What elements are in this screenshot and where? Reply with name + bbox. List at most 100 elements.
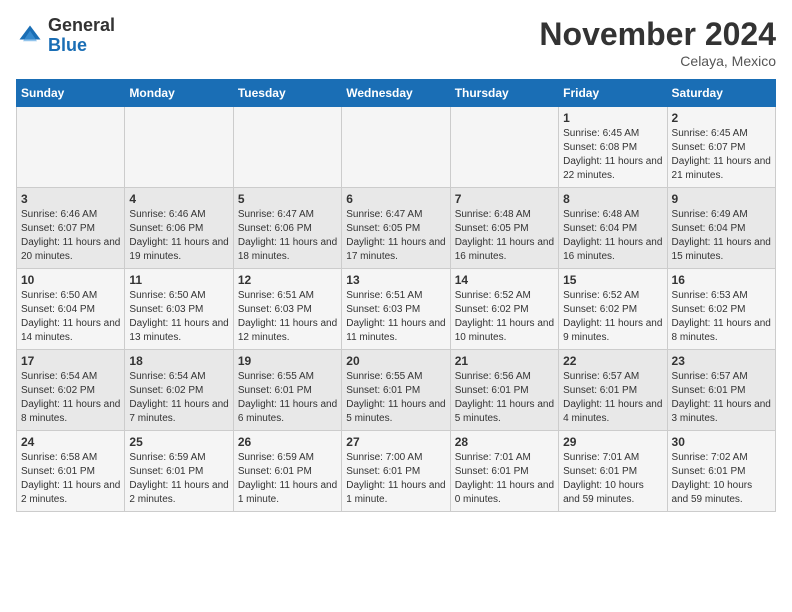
day-number: 22 [563, 354, 662, 368]
day-info: Sunrise: 6:46 AMSunset: 6:07 PMDaylight:… [21, 208, 120, 264]
day-info: Sunrise: 6:46 AMSunset: 6:06 PMDaylight:… [129, 208, 228, 264]
day-number: 15 [563, 273, 662, 287]
day-number: 30 [672, 435, 771, 449]
day-info: Sunrise: 6:48 AMSunset: 6:05 PMDaylight:… [455, 208, 554, 264]
calendar-day-cell: 27 Sunrise: 7:00 AMSunset: 6:01 PMDaylig… [342, 431, 450, 512]
calendar-day-cell: 20 Sunrise: 6:55 AMSunset: 6:01 PMDaylig… [342, 350, 450, 431]
calendar-week-row: 1 Sunrise: 6:45 AMSunset: 6:08 PMDayligh… [17, 107, 776, 188]
day-info: Sunrise: 6:52 AMSunset: 6:02 PMDaylight:… [563, 289, 662, 345]
calendar-day-cell: 18 Sunrise: 6:54 AMSunset: 6:02 PMDaylig… [125, 350, 233, 431]
calendar-day-cell: 13 Sunrise: 6:51 AMSunset: 6:03 PMDaylig… [342, 269, 450, 350]
logo-icon [16, 22, 44, 50]
day-number: 5 [238, 192, 337, 206]
day-number: 29 [563, 435, 662, 449]
day-info: Sunrise: 6:57 AMSunset: 6:01 PMDaylight:… [563, 370, 662, 426]
calendar-day-cell [342, 107, 450, 188]
calendar-day-cell: 30 Sunrise: 7:02 AMSunset: 6:01 PMDaylig… [667, 431, 775, 512]
weekday-header: Thursday [450, 80, 558, 107]
day-info: Sunrise: 7:00 AMSunset: 6:01 PMDaylight:… [346, 451, 445, 507]
day-info: Sunrise: 6:55 AMSunset: 6:01 PMDaylight:… [238, 370, 337, 426]
calendar-day-cell: 16 Sunrise: 6:53 AMSunset: 6:02 PMDaylig… [667, 269, 775, 350]
calendar-day-cell: 23 Sunrise: 6:57 AMSunset: 6:01 PMDaylig… [667, 350, 775, 431]
day-info: Sunrise: 6:45 AMSunset: 6:08 PMDaylight:… [563, 127, 662, 183]
day-info: Sunrise: 6:50 AMSunset: 6:03 PMDaylight:… [129, 289, 228, 345]
calendar-day-cell: 4 Sunrise: 6:46 AMSunset: 6:06 PMDayligh… [125, 188, 233, 269]
calendar-day-cell: 3 Sunrise: 6:46 AMSunset: 6:07 PMDayligh… [17, 188, 125, 269]
calendar-day-cell: 10 Sunrise: 6:50 AMSunset: 6:04 PMDaylig… [17, 269, 125, 350]
day-number: 7 [455, 192, 554, 206]
calendar-day-cell: 9 Sunrise: 6:49 AMSunset: 6:04 PMDayligh… [667, 188, 775, 269]
month-title: November 2024 [539, 16, 776, 53]
calendar-day-cell [233, 107, 341, 188]
calendar-day-cell: 12 Sunrise: 6:51 AMSunset: 6:03 PMDaylig… [233, 269, 341, 350]
weekday-header: Friday [559, 80, 667, 107]
weekday-header-row: SundayMondayTuesdayWednesdayThursdayFrid… [17, 80, 776, 107]
day-info: Sunrise: 6:52 AMSunset: 6:02 PMDaylight:… [455, 289, 554, 345]
day-number: 10 [21, 273, 120, 287]
calendar-day-cell: 26 Sunrise: 6:59 AMSunset: 6:01 PMDaylig… [233, 431, 341, 512]
day-number: 11 [129, 273, 228, 287]
calendar-day-cell: 17 Sunrise: 6:54 AMSunset: 6:02 PMDaylig… [17, 350, 125, 431]
calendar-day-cell: 21 Sunrise: 6:56 AMSunset: 6:01 PMDaylig… [450, 350, 558, 431]
logo-general-text: General [48, 16, 115, 36]
calendar-day-cell: 8 Sunrise: 6:48 AMSunset: 6:04 PMDayligh… [559, 188, 667, 269]
title-area: November 2024 Celaya, Mexico [539, 16, 776, 69]
day-info: Sunrise: 6:59 AMSunset: 6:01 PMDaylight:… [129, 451, 228, 507]
day-number: 27 [346, 435, 445, 449]
logo-blue-text: Blue [48, 36, 115, 56]
calendar-day-cell: 29 Sunrise: 7:01 AMSunset: 6:01 PMDaylig… [559, 431, 667, 512]
weekday-header: Tuesday [233, 80, 341, 107]
calendar-day-cell: 6 Sunrise: 6:47 AMSunset: 6:05 PMDayligh… [342, 188, 450, 269]
day-info: Sunrise: 7:02 AMSunset: 6:01 PMDaylight:… [672, 451, 771, 507]
day-number: 28 [455, 435, 554, 449]
calendar-day-cell: 5 Sunrise: 6:47 AMSunset: 6:06 PMDayligh… [233, 188, 341, 269]
day-number: 16 [672, 273, 771, 287]
calendar-week-row: 17 Sunrise: 6:54 AMSunset: 6:02 PMDaylig… [17, 350, 776, 431]
calendar-day-cell: 11 Sunrise: 6:50 AMSunset: 6:03 PMDaylig… [125, 269, 233, 350]
calendar-week-row: 3 Sunrise: 6:46 AMSunset: 6:07 PMDayligh… [17, 188, 776, 269]
logo: General Blue [16, 16, 115, 56]
day-info: Sunrise: 6:51 AMSunset: 6:03 PMDaylight:… [238, 289, 337, 345]
day-number: 19 [238, 354, 337, 368]
day-info: Sunrise: 6:49 AMSunset: 6:04 PMDaylight:… [672, 208, 771, 264]
calendar-day-cell: 25 Sunrise: 6:59 AMSunset: 6:01 PMDaylig… [125, 431, 233, 512]
calendar-table: SundayMondayTuesdayWednesdayThursdayFrid… [16, 79, 776, 512]
location-subtitle: Celaya, Mexico [539, 53, 776, 69]
day-number: 20 [346, 354, 445, 368]
calendar-week-row: 10 Sunrise: 6:50 AMSunset: 6:04 PMDaylig… [17, 269, 776, 350]
day-info: Sunrise: 6:55 AMSunset: 6:01 PMDaylight:… [346, 370, 445, 426]
day-number: 6 [346, 192, 445, 206]
calendar-day-cell [125, 107, 233, 188]
calendar-day-cell: 22 Sunrise: 6:57 AMSunset: 6:01 PMDaylig… [559, 350, 667, 431]
calendar-day-cell: 19 Sunrise: 6:55 AMSunset: 6:01 PMDaylig… [233, 350, 341, 431]
header: General Blue November 2024 Celaya, Mexic… [16, 16, 776, 69]
day-info: Sunrise: 6:54 AMSunset: 6:02 PMDaylight:… [21, 370, 120, 426]
calendar-day-cell: 15 Sunrise: 6:52 AMSunset: 6:02 PMDaylig… [559, 269, 667, 350]
day-number: 13 [346, 273, 445, 287]
day-info: Sunrise: 6:47 AMSunset: 6:05 PMDaylight:… [346, 208, 445, 264]
day-number: 12 [238, 273, 337, 287]
day-info: Sunrise: 6:57 AMSunset: 6:01 PMDaylight:… [672, 370, 771, 426]
day-info: Sunrise: 6:53 AMSunset: 6:02 PMDaylight:… [672, 289, 771, 345]
day-info: Sunrise: 6:50 AMSunset: 6:04 PMDaylight:… [21, 289, 120, 345]
day-number: 18 [129, 354, 228, 368]
day-number: 25 [129, 435, 228, 449]
calendar-day-cell: 28 Sunrise: 7:01 AMSunset: 6:01 PMDaylig… [450, 431, 558, 512]
day-number: 9 [672, 192, 771, 206]
calendar-week-row: 24 Sunrise: 6:58 AMSunset: 6:01 PMDaylig… [17, 431, 776, 512]
weekday-header: Saturday [667, 80, 775, 107]
day-number: 4 [129, 192, 228, 206]
calendar-day-cell: 1 Sunrise: 6:45 AMSunset: 6:08 PMDayligh… [559, 107, 667, 188]
day-number: 21 [455, 354, 554, 368]
day-info: Sunrise: 6:47 AMSunset: 6:06 PMDaylight:… [238, 208, 337, 264]
day-number: 1 [563, 111, 662, 125]
day-number: 8 [563, 192, 662, 206]
day-number: 23 [672, 354, 771, 368]
day-info: Sunrise: 6:54 AMSunset: 6:02 PMDaylight:… [129, 370, 228, 426]
logo-text: General Blue [48, 16, 115, 56]
weekday-header: Wednesday [342, 80, 450, 107]
calendar-day-cell: 14 Sunrise: 6:52 AMSunset: 6:02 PMDaylig… [450, 269, 558, 350]
day-number: 17 [21, 354, 120, 368]
calendar-day-cell [17, 107, 125, 188]
day-number: 24 [21, 435, 120, 449]
